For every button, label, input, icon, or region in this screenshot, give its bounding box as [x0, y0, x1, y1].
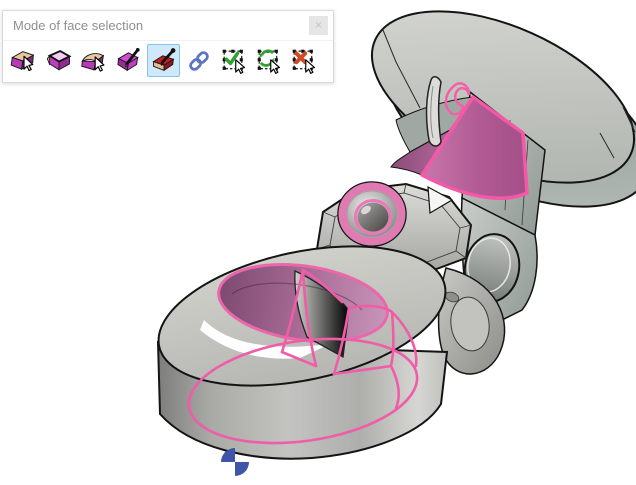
- chain-link-icon: [188, 50, 209, 71]
- center-bore[interactable]: [337, 181, 407, 247]
- face-selection-palette: Mode of face selection ×: [2, 10, 334, 83]
- palette-title: Mode of face selection: [13, 18, 144, 33]
- reselect-selection-button[interactable]: [252, 44, 285, 77]
- outlined-face-icon: [46, 49, 71, 71]
- select-outlined-face-button[interactable]: [42, 44, 75, 77]
- marquee-x-cursor-icon: [292, 49, 315, 74]
- tool-row: [3, 41, 333, 82]
- curved-face-cursor-icon: [80, 52, 104, 72]
- palette-title-bar[interactable]: Mode of face selection ×: [3, 11, 333, 41]
- eyedropper-face-icon: [151, 47, 175, 71]
- marquee-refresh-cursor-icon: [257, 49, 280, 74]
- stylus-face-icon: [116, 47, 140, 71]
- pick-face-stylus-button[interactable]: [112, 44, 145, 77]
- link-selection-button[interactable]: [182, 44, 215, 77]
- cancel-selection-button[interactable]: [287, 44, 320, 77]
- marquee-check-cursor-icon: [222, 49, 245, 74]
- select-curved-face-button[interactable]: [77, 44, 110, 77]
- accept-selection-button[interactable]: [217, 44, 250, 77]
- shaft-slot[interactable]: [425, 76, 442, 147]
- close-icon[interactable]: ×: [309, 16, 328, 35]
- flat-face-cursor-icon: [10, 50, 34, 71]
- pick-face-eyedropper-button[interactable]: [147, 44, 180, 77]
- select-flat-face-button[interactable]: [7, 44, 40, 77]
